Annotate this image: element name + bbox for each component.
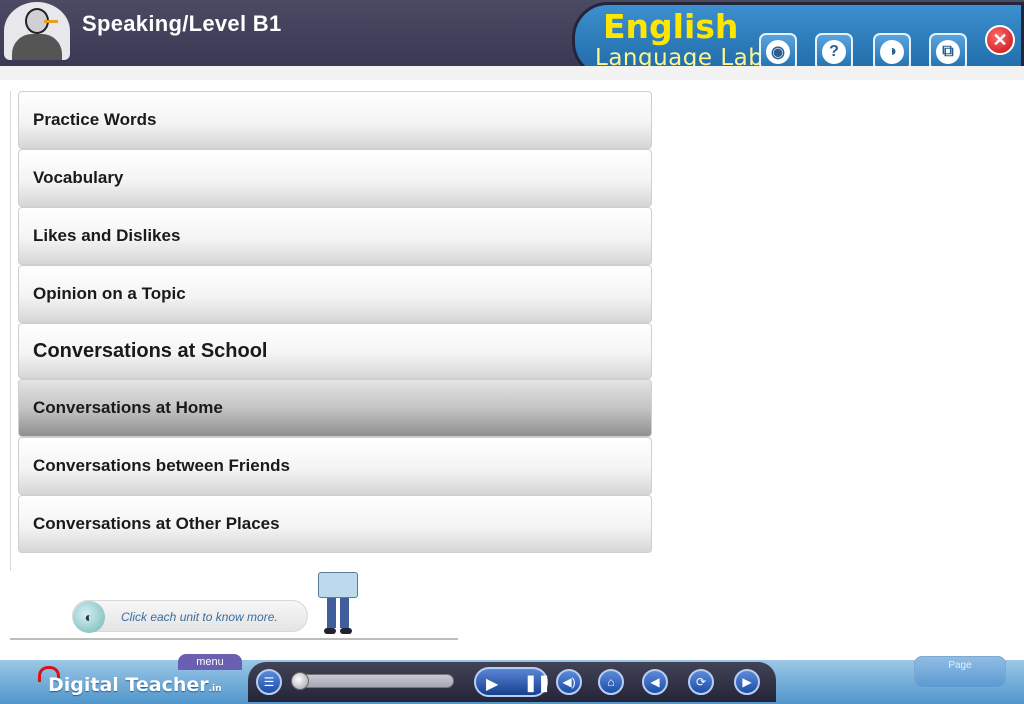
pause-icon[interactable]: ❚❚ bbox=[524, 673, 551, 693]
menu-item-conversations-home[interactable]: Conversations at Home bbox=[18, 379, 652, 437]
menu-item-conversations-other[interactable]: Conversations at Other Places bbox=[18, 495, 652, 553]
menu-icon: ☰ bbox=[263, 675, 275, 689]
menu-item-conversations-friends[interactable]: Conversations between Friends bbox=[18, 437, 652, 495]
replay-button[interactable]: ⟳ bbox=[688, 669, 714, 695]
bookmark-icon: ◉ bbox=[766, 40, 790, 64]
play-pause-control: ▶ ❚❚ bbox=[474, 667, 551, 697]
home-icon: ⌂ bbox=[607, 675, 615, 689]
menu-tab[interactable]: menu bbox=[178, 654, 242, 670]
close-icon: ✕ bbox=[992, 29, 1008, 50]
digital-teacher-logo: Digital Teacher.in menu bbox=[38, 654, 242, 700]
unit-menu: Practice Words Vocabulary Likes and Disl… bbox=[18, 91, 654, 553]
header-divider bbox=[0, 66, 1024, 80]
play-icon[interactable]: ▶ bbox=[486, 674, 498, 694]
home-button[interactable]: ⌂ bbox=[598, 669, 624, 695]
page-button[interactable]: Page bbox=[914, 656, 1006, 688]
menu-toggle-button[interactable]: ☰ bbox=[256, 669, 282, 695]
menu-item-vocabulary[interactable]: Vocabulary bbox=[18, 149, 652, 207]
character-figure bbox=[316, 572, 360, 634]
hint-text: Click each unit to know more. bbox=[121, 610, 278, 624]
menu-item-practice-words[interactable]: Practice Words bbox=[18, 91, 652, 149]
window-icon: ⧉ bbox=[936, 40, 960, 64]
hint-bubble: ◐ Click each unit to know more. bbox=[72, 600, 308, 633]
menu-item-opinion-topic[interactable]: Opinion on a Topic bbox=[18, 265, 652, 323]
list-border bbox=[10, 91, 11, 571]
next-icon: ▶ bbox=[742, 675, 752, 689]
help-icon: ? bbox=[822, 40, 846, 64]
volume-button[interactable]: ◀) bbox=[556, 669, 582, 695]
disc-icon: ◑ bbox=[880, 40, 904, 64]
page-label: Page bbox=[948, 660, 972, 671]
volume-icon: ◀) bbox=[562, 675, 576, 689]
progress-slider[interactable] bbox=[291, 672, 454, 690]
menu-item-conversations-school[interactable]: Conversations at School bbox=[18, 323, 652, 379]
menu-item-likes-dislikes[interactable]: Likes and Dislikes bbox=[18, 207, 652, 265]
previous-button[interactable]: ◀ bbox=[642, 669, 668, 695]
brand-title: English bbox=[603, 7, 739, 46]
content-divider bbox=[10, 638, 458, 640]
media-controls: ☰ ▶ ❚❚ ◀) ⌂ ◀ ⟳ ▶ bbox=[248, 662, 776, 702]
progress-knob[interactable] bbox=[291, 672, 309, 690]
next-button[interactable]: ▶ bbox=[734, 669, 760, 695]
speaker-avatar bbox=[4, 2, 70, 60]
mouse-icon: ◐ bbox=[73, 601, 105, 633]
close-button[interactable]: ✕ bbox=[985, 25, 1015, 55]
page-title: Speaking/Level B1 bbox=[82, 11, 282, 36]
replay-icon: ⟳ bbox=[695, 675, 707, 689]
back-icon: ◀ bbox=[650, 675, 660, 689]
